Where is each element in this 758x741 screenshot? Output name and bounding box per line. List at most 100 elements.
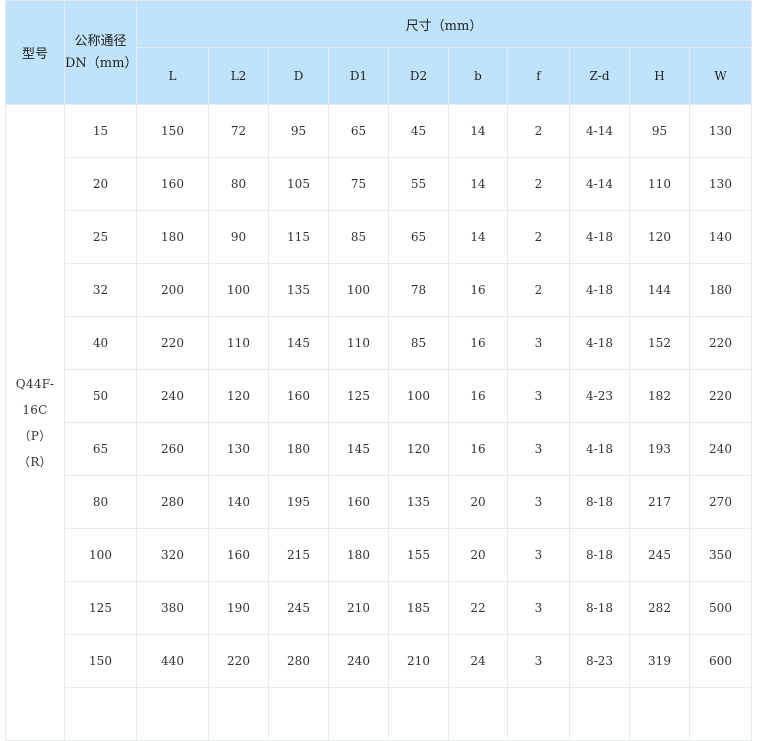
cell-w: 240 <box>689 422 752 476</box>
nominal-diameter-header: 公称通径 DN（mm） <box>64 0 138 105</box>
cell-h: 282 <box>629 581 690 635</box>
cell-z-d: 4-14 <box>569 104 630 158</box>
empty-cell <box>136 687 209 741</box>
cell-dn: 65 <box>64 422 137 476</box>
cell-d2: 45 <box>388 104 449 158</box>
col-header-d1: D1 <box>328 47 389 105</box>
cell-d1: 210 <box>328 581 389 635</box>
cell-l: 380 <box>136 581 209 635</box>
cell-z-d: 8-18 <box>569 475 630 529</box>
cell-f: 3 <box>507 581 570 635</box>
cell-l2: 80 <box>208 157 269 211</box>
col-header-f: f <box>507 47 570 105</box>
cell-l: 280 <box>136 475 209 529</box>
cell-f: 3 <box>507 422 570 476</box>
cell-z-d: 8-18 <box>569 581 630 635</box>
cell-d2: 120 <box>388 422 449 476</box>
cell-d: 180 <box>268 422 329 476</box>
cell-dn: 50 <box>64 369 137 423</box>
cell-h: 95 <box>629 104 690 158</box>
cell-z-d: 8-18 <box>569 528 630 582</box>
cell-d: 160 <box>268 369 329 423</box>
table-row: 32 200 100 135 100 78 16 2 4-18 144 180 <box>6 263 752 317</box>
cell-z-d: 8-23 <box>569 634 630 688</box>
cell-d2: 155 <box>388 528 449 582</box>
cell-b: 14 <box>448 210 508 264</box>
cell-d2: 65 <box>388 210 449 264</box>
cell-dn: 20 <box>64 157 137 211</box>
table-body: Q44F-16C （P） （R） 15 150 72 95 65 45 14 2 4-14 95 1… <box>5 104 752 741</box>
cell-b: 16 <box>448 263 508 317</box>
col-header-w: W <box>689 47 752 105</box>
cell-w: 130 <box>689 104 752 158</box>
cell-d2: 85 <box>388 316 449 370</box>
cell-d: 195 <box>268 475 329 529</box>
cell-h: 193 <box>629 422 690 476</box>
cell-dn: 25 <box>64 210 137 264</box>
cell-d: 115 <box>268 210 329 264</box>
cell-l2: 110 <box>208 316 269 370</box>
dn-label-line2: DN（mm） <box>65 55 138 71</box>
cell-l2: 120 <box>208 369 269 423</box>
cell-w: 350 <box>689 528 752 582</box>
cell-d2: 135 <box>388 475 449 529</box>
cell-l: 220 <box>136 316 209 370</box>
cell-d1: 145 <box>328 422 389 476</box>
model-variant-p: （P） <box>18 428 52 443</box>
cell-f: 2 <box>507 104 570 158</box>
model-variant-r: （R） <box>18 454 52 469</box>
cell-z-d: 4-18 <box>569 210 630 264</box>
cell-w: 140 <box>689 210 752 264</box>
cell-h: 120 <box>629 210 690 264</box>
empty-cell <box>569 687 630 741</box>
cell-d1: 75 <box>328 157 389 211</box>
empty-cell <box>629 687 690 741</box>
cell-l2: 190 <box>208 581 269 635</box>
cell-h: 144 <box>629 263 690 317</box>
cell-w: 600 <box>689 634 752 688</box>
cell-l2: 220 <box>208 634 269 688</box>
table-row: 20 160 80 105 75 55 14 2 4-14 110 130 <box>6 157 752 211</box>
cell-dn: 100 <box>64 528 137 582</box>
cell-d: 135 <box>268 263 329 317</box>
cell-dn: 125 <box>64 581 137 635</box>
cell-l: 240 <box>136 369 209 423</box>
cell-d1: 240 <box>328 634 389 688</box>
cell-d: 105 <box>268 157 329 211</box>
model-name: Q44F-16C <box>15 376 55 417</box>
cell-d1: 85 <box>328 210 389 264</box>
cell-dn: 32 <box>64 263 137 317</box>
cell-dn: 15 <box>64 104 137 158</box>
cell-b: 20 <box>448 475 508 529</box>
cell-dn: 40 <box>64 316 137 370</box>
cell-l: 320 <box>136 528 209 582</box>
cell-w: 220 <box>689 316 752 370</box>
cell-b: 22 <box>448 581 508 635</box>
cell-d1: 100 <box>328 263 389 317</box>
cell-z-d: 4-23 <box>569 369 630 423</box>
cell-l2: 130 <box>208 422 269 476</box>
empty-cell <box>328 687 389 741</box>
cell-l2: 160 <box>208 528 269 582</box>
cell-d1: 160 <box>328 475 389 529</box>
cell-l: 180 <box>136 210 209 264</box>
cell-b: 14 <box>448 104 508 158</box>
cell-h: 182 <box>629 369 690 423</box>
cell-w: 130 <box>689 157 752 211</box>
cell-l: 200 <box>136 263 209 317</box>
col-header-l2: L2 <box>208 47 269 105</box>
table-row: 25 180 90 115 85 65 14 2 4-18 120 140 <box>6 210 752 264</box>
cell-z-d: 4-18 <box>569 422 630 476</box>
table-row: 150 440 220 280 240 210 24 3 8-23 319 600 <box>6 634 752 688</box>
model-column-header: 型号 <box>5 0 65 105</box>
cell-d1: 65 <box>328 104 389 158</box>
table-row-partial <box>6 687 752 741</box>
cell-dn: 80 <box>64 475 137 529</box>
cell-l: 150 <box>136 104 209 158</box>
dn-label-line1: 公称通径 <box>74 33 127 49</box>
cell-f: 3 <box>507 369 570 423</box>
cell-b: 14 <box>448 157 508 211</box>
cell-h: 152 <box>629 316 690 370</box>
cell-l2: 100 <box>208 263 269 317</box>
cell-f: 2 <box>507 210 570 264</box>
